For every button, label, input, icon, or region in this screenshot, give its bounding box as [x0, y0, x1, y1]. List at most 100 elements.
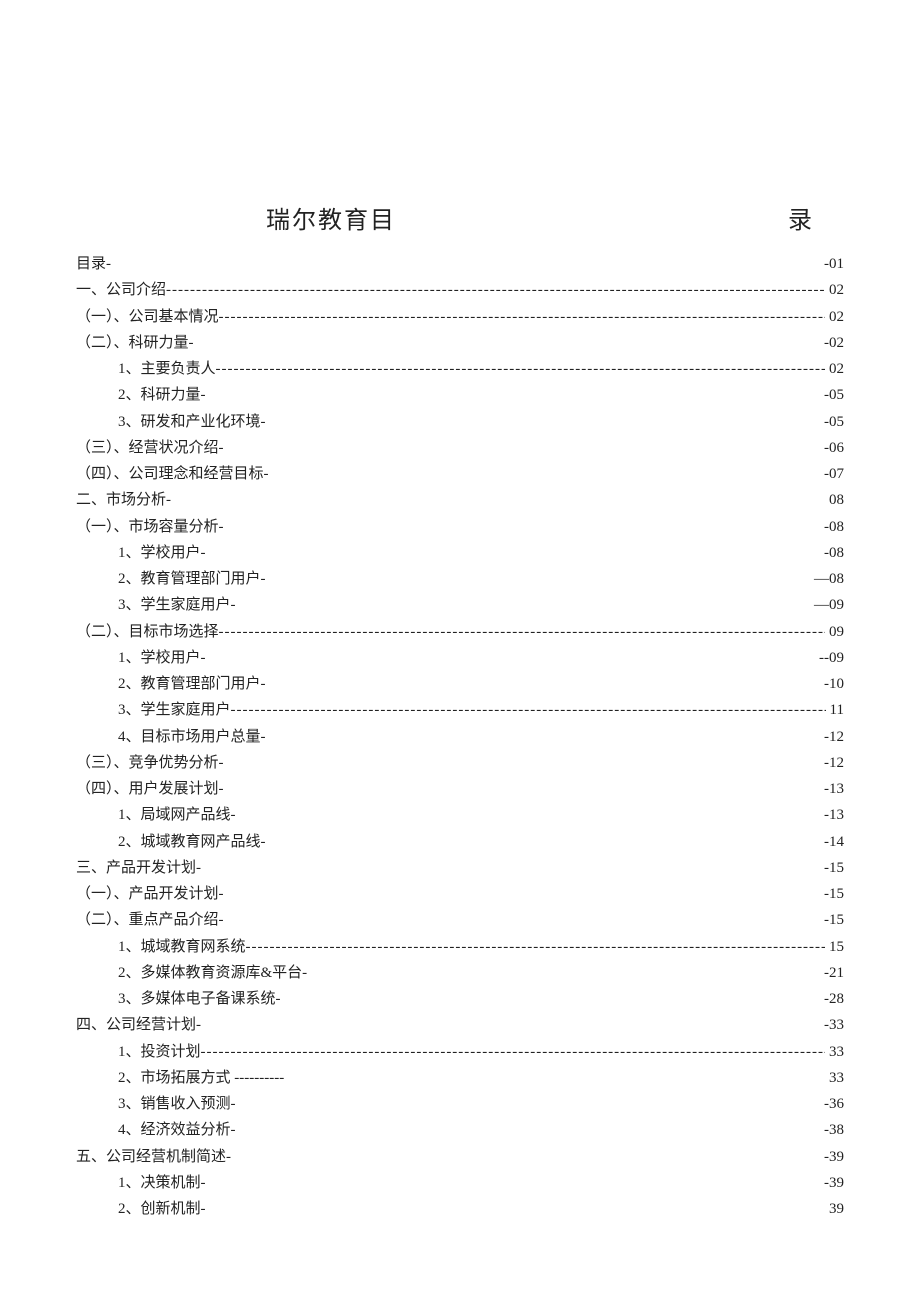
toc-entry: 3、多媒体电子备课系统--28	[76, 986, 844, 1012]
toc-label: 二、市场分析-	[76, 487, 171, 513]
toc-page: -10	[820, 671, 844, 697]
toc-page: 08	[825, 487, 844, 513]
toc-entry: （一）、公司基本情况02	[76, 304, 844, 330]
toc-label: （四）、用户发展计划-	[76, 776, 224, 802]
toc-entry: （三）、经营状况介绍- -06	[76, 435, 844, 461]
toc-page: -06	[820, 435, 844, 461]
toc-label: 1、城域教育网系统	[118, 934, 246, 960]
toc-page: -15	[820, 855, 844, 881]
toc-page: -07	[820, 461, 844, 487]
toc-entry: 四、公司经营计划--33	[76, 1012, 844, 1038]
toc-page: —09	[810, 592, 844, 618]
toc-entry: 3、学生家庭用户11	[76, 697, 844, 723]
toc-entry: 2、教育管理部门用户- —08	[76, 566, 844, 592]
toc-leader	[219, 304, 825, 330]
toc-label: （四）、公司理念和经营目标-	[76, 461, 269, 487]
toc-entry: （一）、市场容量分析- -08	[76, 514, 844, 540]
toc-entry: 2、科研力量- -05	[76, 382, 844, 408]
toc-entry: 3、研发和产业化环境--05	[76, 409, 844, 435]
toc-page: 33	[825, 1065, 844, 1091]
toc-label: 2、教育管理部门用户-	[118, 566, 266, 592]
toc-entry: （四）、用户发展计划- -13	[76, 776, 844, 802]
toc-entry: 4、目标市场用户总量--12	[76, 724, 844, 750]
toc-label: 一、公司介绍	[76, 277, 166, 303]
toc-label: 四、公司经营计划-	[76, 1012, 201, 1038]
toc-entry: 三、产品开发计划- -15	[76, 855, 844, 881]
toc-page: 09	[825, 619, 844, 645]
toc-entry: 1、城域教育网系统 15	[76, 934, 844, 960]
toc-label: 1、决策机制-	[118, 1170, 206, 1196]
toc-entry: 1、学校用户---09	[76, 645, 844, 671]
toc-leader	[201, 1039, 825, 1065]
toc-page: -14	[820, 829, 844, 855]
toc-entry: 1、学校用户- -08	[76, 540, 844, 566]
toc-label: （一）、产品开发计划-	[76, 881, 224, 907]
toc-page: —08	[810, 566, 844, 592]
title-right: 录	[788, 200, 814, 235]
toc-entry: 1、主要负责人 02	[76, 356, 844, 382]
toc-label: 1、学校用户-	[118, 645, 206, 671]
toc-entry: 1、局域网产品线- -13	[76, 802, 844, 828]
toc-label: 目录-	[76, 251, 111, 277]
toc-label: 4、目标市场用户总量-	[118, 724, 266, 750]
toc-page: 15	[825, 934, 844, 960]
toc-label: 2、市场拓展方式 ----------	[118, 1065, 284, 1091]
toc-entry: （三）、竞争优势分析--12	[76, 750, 844, 776]
toc-page: 02	[825, 356, 844, 382]
toc-label: 2、城域教育网产品线-	[118, 829, 266, 855]
toc-label: 3、学生家庭用户-	[118, 592, 236, 618]
toc-entry: 2、城域教育网产品线- -14	[76, 829, 844, 855]
toc-entry: 2、创新机制-39	[76, 1196, 844, 1222]
toc-entry: （四）、公司理念和经营目标- -07	[76, 461, 844, 487]
toc-label: 3、多媒体电子备课系统-	[118, 986, 281, 1012]
toc-label: 2、科研力量-	[118, 382, 206, 408]
toc-label: 1、主要负责人	[118, 356, 216, 382]
toc-page: -36	[820, 1091, 844, 1117]
toc-page: -38	[820, 1117, 844, 1143]
toc-entry: 3、销售收入预测- -36	[76, 1091, 844, 1117]
toc-label: 3、销售收入预测-	[118, 1091, 236, 1117]
toc-entry: 一、公司介绍 02	[76, 277, 844, 303]
toc-label: （一）、市场容量分析-	[76, 514, 224, 540]
toc-label: 1、学校用户-	[118, 540, 206, 566]
table-of-contents: 目录--01一、公司介绍02（一）、公司基本情况02（二）、科研力量--021、…	[76, 251, 844, 1222]
toc-entry: 1、投资计划33	[76, 1039, 844, 1065]
toc-entry: （二）、目标市场选择 09	[76, 619, 844, 645]
toc-label: 五、公司经营机制简述-	[76, 1144, 231, 1170]
toc-page: -15	[820, 881, 844, 907]
toc-entry: 2、多媒体教育资源库&平台--21	[76, 960, 844, 986]
toc-label: （三）、经营状况介绍-	[76, 435, 224, 461]
toc-page: -39	[820, 1170, 844, 1196]
toc-label: 3、研发和产业化环境-	[118, 409, 266, 435]
toc-label: （二）、目标市场选择	[76, 619, 219, 645]
toc-label: （二）、科研力量-	[76, 330, 194, 356]
toc-page: 02	[825, 304, 844, 330]
toc-page: -02	[820, 330, 844, 356]
toc-page: -08	[820, 540, 844, 566]
toc-label: （二）、重点产品介绍-	[76, 907, 224, 933]
toc-page: 39	[825, 1196, 844, 1222]
toc-page: -13	[820, 802, 844, 828]
toc-entry: 二、市场分析- 08	[76, 487, 844, 513]
toc-label: 1、局域网产品线-	[118, 802, 236, 828]
title-left: 瑞尔教育目	[266, 200, 396, 235]
toc-page: -08	[820, 514, 844, 540]
toc-entry: （一）、产品开发计划- -15	[76, 881, 844, 907]
toc-entry: 目录- -01	[76, 251, 844, 277]
document-title: 瑞尔教育目 录	[76, 200, 844, 235]
toc-page: -21	[820, 960, 844, 986]
toc-label: 2、教育管理部门用户-	[118, 671, 266, 697]
toc-entry: （二）、重点产品介绍--15	[76, 907, 844, 933]
toc-page: -01	[820, 251, 844, 277]
toc-leader	[166, 277, 825, 303]
toc-leader	[231, 697, 826, 723]
toc-page: 11	[826, 697, 844, 723]
toc-leader	[216, 356, 825, 382]
toc-label: 1、投资计划	[118, 1039, 201, 1065]
toc-entry: （二）、科研力量- -02	[76, 330, 844, 356]
toc-page: 02	[825, 277, 844, 303]
toc-page: -05	[820, 382, 844, 408]
toc-page: -39	[820, 1144, 844, 1170]
toc-page: -13	[820, 776, 844, 802]
toc-label: 三、产品开发计划-	[76, 855, 201, 881]
